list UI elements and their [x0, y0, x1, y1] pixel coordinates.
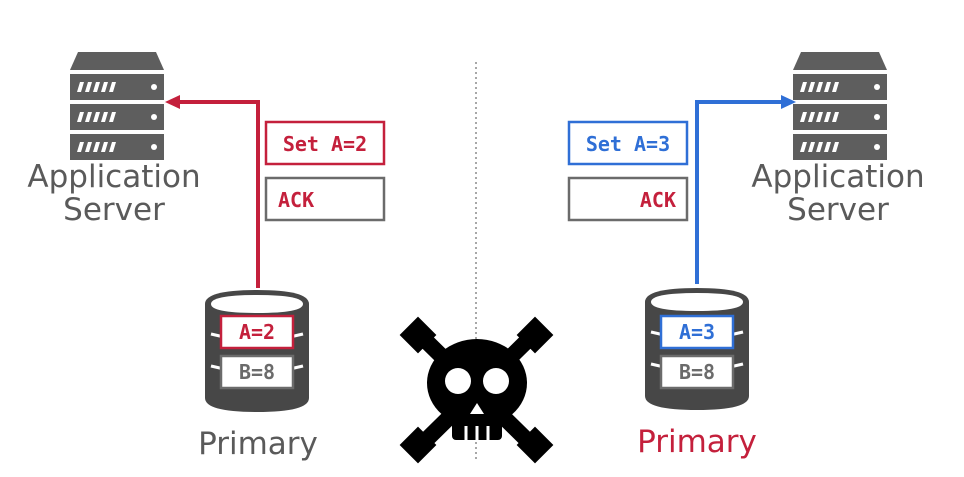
left-msg-set: Set A=2	[283, 132, 367, 156]
left-server-icon	[70, 52, 164, 160]
failover-diagram: Application Server Set A=2 ACK A=2 B=8 P…	[0, 0, 964, 477]
left-db-row1: A=2	[239, 320, 275, 344]
right-server-icon	[793, 52, 887, 160]
left-server-label-line2: Server	[63, 192, 165, 228]
left-arrowhead	[165, 95, 180, 109]
left-database-icon	[205, 290, 309, 412]
right-server-label-line2: Server	[787, 192, 889, 228]
right-server-label-line1: Application	[751, 159, 924, 195]
left-msg-ack: ACK	[278, 188, 314, 212]
right-msg-ack: ACK	[640, 188, 676, 212]
diagram-canvas: Application Server Set A=2 ACK A=2 B=8 P…	[27, 52, 925, 464]
right-db-label: Primary	[637, 424, 757, 460]
left-db-label: Primary	[198, 426, 318, 462]
right-db-row2: B=8	[679, 360, 715, 384]
right-msg-set: Set A=3	[586, 132, 670, 156]
right-db-row1: A=3	[679, 320, 715, 344]
left-server-label-line1: Application	[27, 159, 200, 195]
left-db-row2: B=8	[239, 360, 275, 384]
left-replication-arrow	[178, 100, 260, 288]
